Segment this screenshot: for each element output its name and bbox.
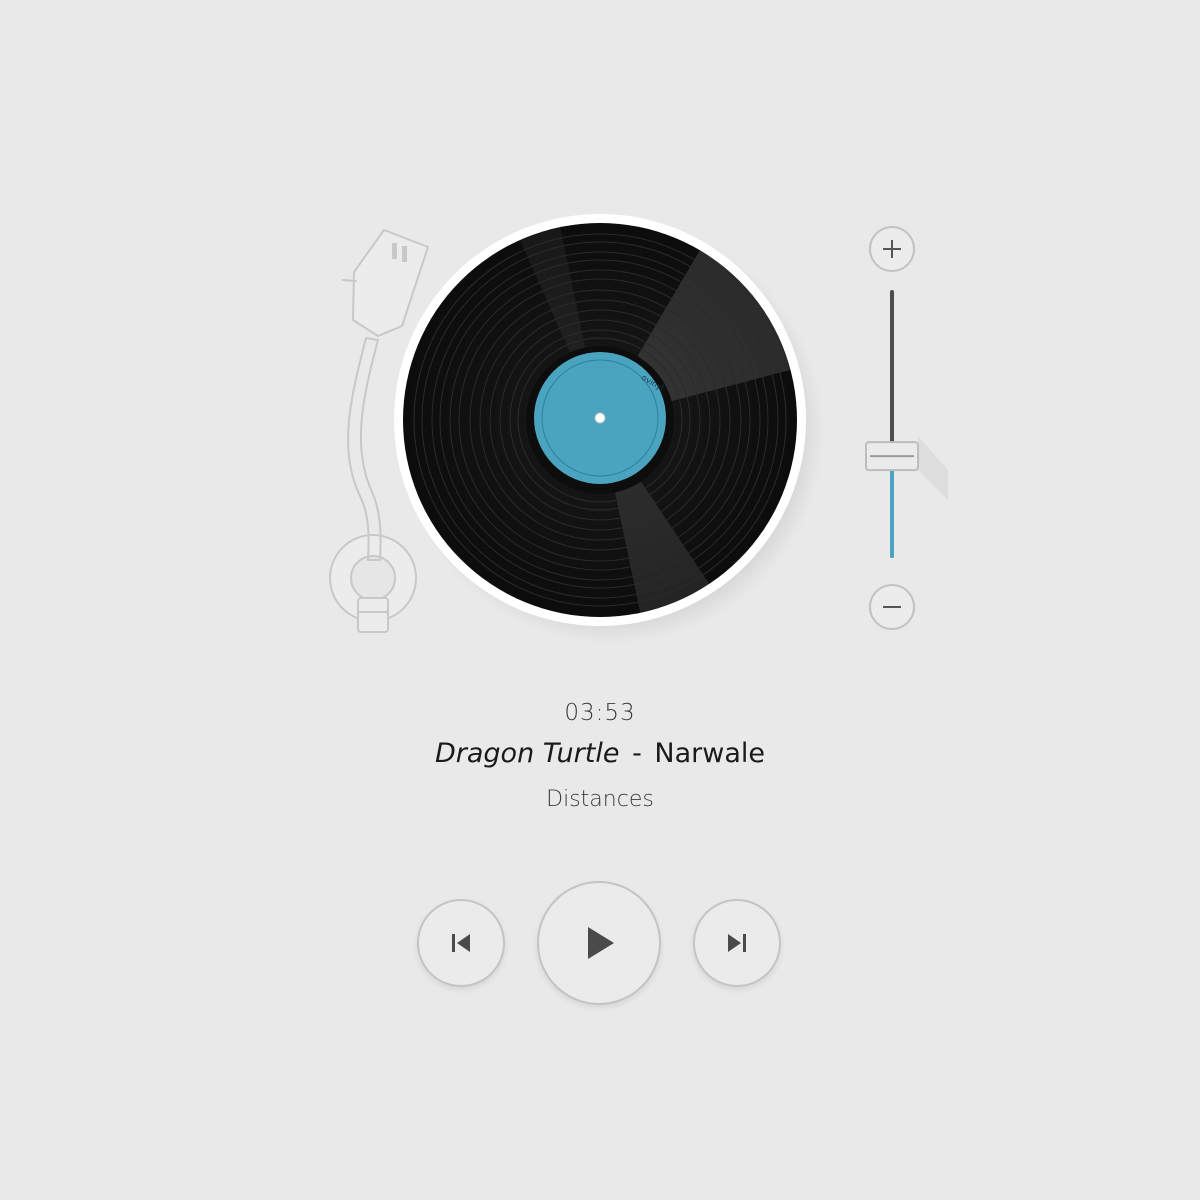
song-title: Dragon Turtle <box>434 738 620 769</box>
previous-button[interactable] <box>417 899 505 987</box>
spindle <box>594 412 606 424</box>
turntable-player: ovinyl 03:53 Dragon Turtle - Narwale Dis… <box>0 0 1200 1200</box>
minus-icon <box>883 606 901 608</box>
skip-next-icon <box>728 934 746 952</box>
volume-slider[interactable] <box>865 290 948 558</box>
volume-thumb[interactable] <box>865 441 919 472</box>
tonearm-arm <box>346 337 382 561</box>
album-name: Distances <box>546 787 654 812</box>
play-icon <box>588 927 614 959</box>
plus-icon <box>883 240 901 258</box>
volume-fill <box>890 456 894 558</box>
artist-name: Narwale <box>654 738 765 769</box>
turntable: ovinyl <box>329 214 948 644</box>
track-title-line: Dragon Turtle - Narwale <box>0 738 1200 769</box>
tonearm-pivot <box>350 555 396 601</box>
elapsed-time: 03:53 <box>564 700 636 726</box>
record-label: ovinyl <box>534 352 666 484</box>
next-button[interactable] <box>693 899 781 987</box>
volume-up-button[interactable] <box>869 226 915 272</box>
counterweight <box>357 597 389 633</box>
headshell <box>342 229 429 337</box>
play-button[interactable] <box>537 881 661 1005</box>
title-separator: - <box>632 738 642 769</box>
skip-previous-icon <box>452 934 470 952</box>
volume-down-button[interactable] <box>869 584 915 630</box>
